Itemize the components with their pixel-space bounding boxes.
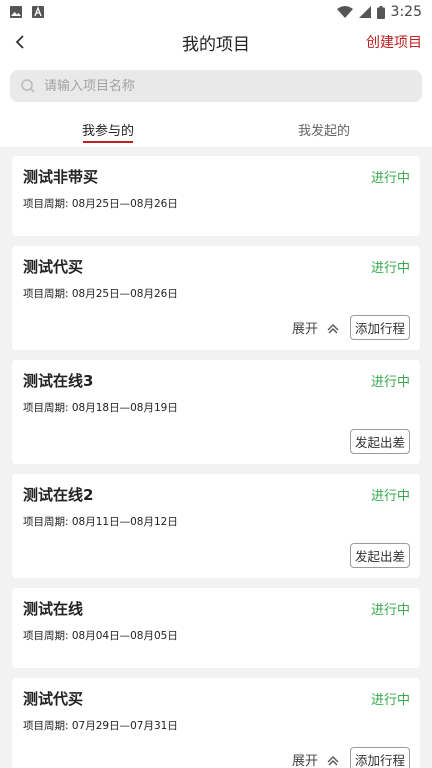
card-actions: 展开 添加行程 — [292, 747, 410, 768]
status-bar: 3:25 — [0, 0, 432, 24]
project-period: 项目周期: 08月25日—08月26日 — [23, 288, 178, 300]
text-icon — [32, 6, 44, 18]
status-left-icons — [10, 6, 44, 18]
project-status: 进行中 — [370, 261, 410, 276]
project-status: 进行中 — [370, 489, 410, 504]
tab-participated[interactable]: 我参与的 — [0, 112, 216, 147]
status-right-icons: 3:25 — [336, 4, 422, 20]
project-status: 进行中 — [370, 603, 410, 618]
image-icon — [10, 6, 22, 18]
project-card[interactable]: 测试代买 进行中 项目周期: 07月29日—07月31日 展开 添加行程 — [12, 678, 420, 768]
project-card[interactable]: 测试在线 进行中 项目周期: 08月04日—08月05日 — [12, 588, 420, 668]
project-card[interactable]: 测试非带买 进行中 项目周期: 08月25日—08月26日 — [12, 156, 420, 236]
chevron-up-icon — [327, 323, 339, 333]
project-period: 项目周期: 08月18日—08月19日 — [23, 402, 178, 414]
project-card[interactable]: 测试代买 进行中 项目周期: 08月25日—08月26日 展开 添加行程 — [12, 246, 420, 350]
add-itinerary-button[interactable]: 添加行程 — [349, 315, 410, 340]
clock: 3:25 — [390, 4, 422, 20]
search-box[interactable] — [10, 70, 422, 102]
project-name: 测试在线2 — [23, 486, 94, 504]
expand-toggle[interactable]: 展开 — [292, 318, 340, 337]
project-period: 项目周期: 08月25日—08月26日 — [23, 198, 178, 210]
chevron-up-icon — [327, 755, 339, 765]
project-status: 进行中 — [370, 171, 410, 186]
search-section — [0, 60, 432, 112]
signal-icon — [358, 6, 371, 18]
project-name: 测试代买 — [23, 258, 84, 276]
project-name: 测试在线3 — [23, 372, 94, 390]
project-period: 项目周期: 07月29日—07月31日 — [23, 720, 178, 732]
project-name: 测试代买 — [23, 690, 84, 708]
search-input[interactable] — [44, 78, 364, 94]
project-period: 项目周期: 08月11日—08月12日 — [23, 516, 178, 528]
expand-label: 展开 — [291, 322, 318, 337]
project-name: 测试在线 — [23, 600, 84, 618]
expand-toggle[interactable]: 展开 — [292, 750, 340, 768]
create-project-button[interactable]: 创建项目 — [366, 32, 422, 52]
card-actions: 发起出差 — [349, 429, 410, 454]
project-status: 进行中 — [370, 693, 410, 708]
wifi-icon — [336, 6, 353, 18]
project-name: 测试非带买 — [23, 168, 99, 186]
start-trip-button[interactable]: 发起出差 — [349, 543, 410, 568]
tab-bar: 我参与的 我发起的 — [0, 112, 432, 148]
tab-initiated[interactable]: 我发起的 — [216, 112, 432, 147]
expand-label: 展开 — [291, 754, 318, 768]
tab-indicator — [83, 141, 133, 143]
card-actions: 展开 添加行程 — [292, 315, 410, 340]
card-actions: 发起出差 — [349, 543, 410, 568]
tab-initiated-label: 我发起的 — [297, 124, 350, 139]
project-status: 进行中 — [370, 375, 410, 390]
start-trip-button[interactable]: 发起出差 — [349, 429, 410, 454]
add-itinerary-button[interactable]: 添加行程 — [349, 747, 410, 768]
app-bar: 我的项目 创建项目 — [0, 24, 432, 60]
project-card[interactable]: 测试在线2 进行中 项目周期: 08月11日—08月12日 发起出差 — [12, 474, 420, 578]
battery-icon — [376, 5, 385, 19]
search-icon — [21, 79, 35, 93]
tab-participated-label: 我参与的 — [81, 124, 134, 139]
project-card[interactable]: 测试在线3 进行中 项目周期: 08月18日—08月19日 发起出差 — [12, 360, 420, 464]
project-period: 项目周期: 08月04日—08月05日 — [23, 630, 178, 642]
